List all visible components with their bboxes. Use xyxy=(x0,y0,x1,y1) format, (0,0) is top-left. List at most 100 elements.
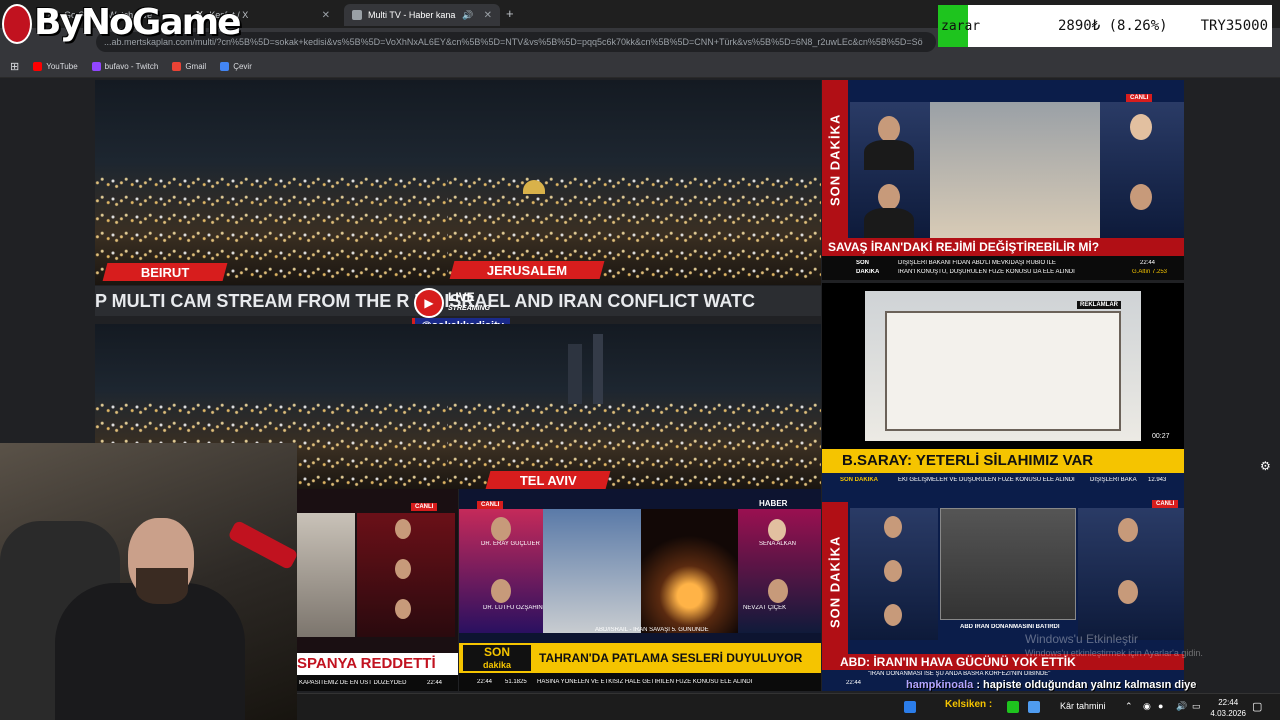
ticker-change: 2890₺ (8.26%) xyxy=(1058,18,1168,34)
guest-name: NEVZAT ÇİÇEK xyxy=(743,605,787,611)
app-icon[interactable] xyxy=(904,701,916,713)
close-icon[interactable]: ✕ xyxy=(484,10,492,21)
guest-name: SENA ALKAN xyxy=(759,541,797,547)
beirut-cam[interactable]: BEIRUT xyxy=(95,80,448,285)
bookmark-twitch[interactable]: bufavo - Twitch xyxy=(91,62,158,71)
bookmark-translate[interactable]: Çevir xyxy=(220,62,252,71)
ad-image xyxy=(865,291,1141,441)
clock-date: 4.03.2026 xyxy=(1210,709,1246,718)
guest-head xyxy=(395,559,411,579)
city-label-text: TEL AVIV xyxy=(519,472,577,488)
guest-head xyxy=(768,519,786,541)
ticker-target: TRY35000 xyxy=(1200,18,1268,34)
microphone-icon[interactable]: ● xyxy=(1158,701,1163,711)
close-icon[interactable]: ✕ xyxy=(322,10,330,21)
city-label-tel-aviv: TEL AVIV xyxy=(485,471,611,489)
new-tab-button[interactable]: + xyxy=(506,6,514,21)
screen: Go Stre Watch Live 𝕏 Keşfet / X ✕ Multi TV… xyxy=(0,0,1280,720)
activation-watermark: Windows'u Etkinleştir Windows'u etkinleşt… xyxy=(1025,632,1203,660)
son-dakika-vertical: SON DAKİKA xyxy=(822,80,848,240)
bookmark-label: Çevir xyxy=(233,62,252,71)
tab-multi-tv[interactable]: Multi TV - Haber kanalları 🔊 ✕ xyxy=(344,4,500,26)
canli-badge: CANLI xyxy=(477,501,504,509)
ad-headline: B.SARAY: YETERLİ SİLAHIMIZ VAR xyxy=(822,449,1184,473)
apps-icon[interactable]: ⊞ xyxy=(10,60,19,73)
ntv-line2: İRAN'I KONUŞTU, DÜŞÜRÜLEN FÜZE KONUSU DA… xyxy=(898,269,1075,275)
guest-name: DR. LÜTFÜ ÖZŞAHİN xyxy=(483,605,543,611)
ntv-lower-third: SON DAKİKA DIŞİŞLERİ BAKANI FİDAN ABD'Lİ… xyxy=(822,256,1184,280)
guest-body xyxy=(864,208,914,238)
son-text: SON xyxy=(483,645,510,659)
guest-head xyxy=(1118,580,1138,604)
speaker-icon[interactable]: 🔊 xyxy=(462,10,473,21)
spanya-headline: SPANYA REDDETTİ xyxy=(297,653,458,675)
footage-frame xyxy=(543,509,641,633)
live-badge: ▶ LIVE STREAMING xyxy=(414,288,490,318)
tel-aviv-cam[interactable]: TEL AVIV xyxy=(448,324,821,489)
volume-icon[interactable]: 🔊 xyxy=(1176,701,1187,712)
son-dakika-vertical: SON DAKİKA xyxy=(822,502,848,662)
twitch-icon xyxy=(91,62,101,71)
bookmark-gmail[interactable]: Gmail xyxy=(172,62,206,71)
watermark-title: Windows'u Etkinleştir xyxy=(1025,632,1138,646)
streaming-label: STREAMING xyxy=(448,305,490,312)
center-time: 22:44 xyxy=(477,679,493,685)
skyline-shape xyxy=(568,344,582,404)
battery-icon[interactable]: ▭ xyxy=(1192,701,1201,712)
ad-time: 00:27 xyxy=(1152,433,1170,440)
play-icon[interactable]: ▶ xyxy=(414,288,444,318)
bynogame-logo: ByNoGame xyxy=(34,2,242,43)
ad-pane[interactable]: REKLAMLAR 00:27 B.SARAY: YETERLİ SİLAHIM… xyxy=(822,283,1184,488)
gmail-icon xyxy=(172,62,182,71)
app-icon[interactable] xyxy=(1007,701,1019,713)
microphone xyxy=(227,519,297,571)
gear-icon[interactable]: ⚙ xyxy=(1260,459,1271,473)
center-news-pane[interactable]: CANLI HABER DR. ERAY GÜÇLÜER DR. LÜTFÜ Ö… xyxy=(459,489,821,691)
dakika-text: dakika xyxy=(482,660,512,670)
ad-sub2: DIŞİŞLERİ BAKA xyxy=(1090,477,1137,483)
guest-head xyxy=(1118,518,1138,542)
live-label: LIVE xyxy=(448,290,475,304)
ntv-gold: G.Altın 7.253 xyxy=(1132,269,1168,275)
center-ticker: 22:44 51.1825 HASINA YÖNELEN VE ETKİSİZ … xyxy=(459,673,821,691)
studio-panel xyxy=(738,509,821,633)
notification-icon[interactable]: ▢ xyxy=(1252,700,1262,713)
halk-tv-pane[interactable]: SON DAKİKA ABD İRAN DONANMASINI BATIRDI … xyxy=(822,488,1184,691)
spanya-pane[interactable]: CANLI SPANYA REDDETTİ KAPASİTEMİZ DE EN … xyxy=(297,489,458,691)
watermark-sub: Windows'u etkinleştirmek için Ayarlar'a … xyxy=(1025,648,1203,658)
youtube-icon xyxy=(33,62,43,71)
chevron-up-icon[interactable]: ⌃ xyxy=(1125,701,1133,712)
live-text: LIVE STREAMING xyxy=(448,291,490,315)
ad-son: SON DAKİKA xyxy=(840,477,879,483)
skyline-shape xyxy=(593,334,603,404)
building-shape xyxy=(885,311,1121,431)
donation-ticker: zarar 2890₺ (8.26%) TRY35000 xyxy=(938,5,1272,47)
haber-logo: HABER xyxy=(759,499,788,508)
bookmark-youtube[interactable]: YouTube xyxy=(33,62,78,71)
ntv-time: 22:44 xyxy=(1140,260,1156,266)
tab-favicon xyxy=(352,10,362,20)
network-icon[interactable]: ◉ xyxy=(1143,701,1151,712)
halk-time: 22:44 xyxy=(846,680,862,686)
guest-head xyxy=(1130,114,1152,140)
explosion-frame xyxy=(641,509,738,633)
halk-caption: ABD İRAN DONANMASINI BATIRDI xyxy=(960,624,1060,630)
ad-val: 12.943 xyxy=(1148,477,1167,483)
system-clock[interactable]: 22:44 4.03.2026 xyxy=(1210,697,1246,719)
guest-head xyxy=(395,519,411,539)
ntv-pane[interactable]: SON DAKİKA CANLI SAVAŞ İRAN'DAKİ REJİMİ … xyxy=(822,80,1184,280)
spanya-sub: KAPASİTEMİZ DE EN ÜST DÜZEYDEDİR xyxy=(299,680,407,686)
taskbar-app-label: Kelsiken : xyxy=(945,699,993,710)
ad-ticker: SON DAKİKA EKİ GELİŞMELER VE DÜŞÜRÜLEN F… xyxy=(822,473,1184,488)
canli-badge: CANLI xyxy=(1126,94,1153,102)
studio-panel xyxy=(1078,508,1184,640)
center-val: 51.1825 xyxy=(505,679,527,685)
chat-message: hampkinoala : hapiste olduğundan yalnız … xyxy=(906,679,1196,691)
jerusalem-cam[interactable]: JERUSALEM xyxy=(448,80,821,285)
footage-frame xyxy=(940,508,1076,620)
app-icon[interactable] xyxy=(1028,701,1040,713)
logo-mark xyxy=(2,4,32,44)
guest-head xyxy=(878,184,900,210)
chat-text: : hapiste olduğundan yalnız kalmasın diy… xyxy=(976,679,1197,691)
weather-label[interactable]: Kâr tahmini xyxy=(1060,701,1106,711)
